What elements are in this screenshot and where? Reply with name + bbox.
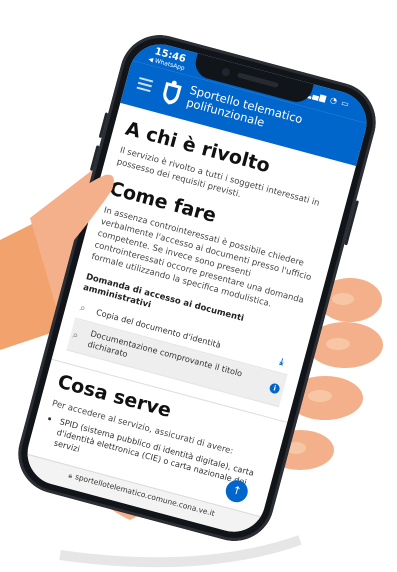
earpiece-speaker: [236, 72, 279, 89]
signal-wifi-battery-icon: ▂▄▆ ◔ ▭: [304, 88, 351, 110]
paperclip-icon: ⌕: [78, 302, 87, 315]
paperclip-icon: ⌕: [71, 329, 80, 342]
municipality-crest-icon: [163, 80, 182, 105]
scene: 15:46 ◀ WhatsApp ▂▄▆ ◔ ▭ Sportello telem…: [0, 0, 397, 572]
menu-icon[interactable]: [136, 76, 154, 95]
lock-icon: 🔒︎: [67, 471, 74, 481]
front-camera: [220, 67, 231, 78]
